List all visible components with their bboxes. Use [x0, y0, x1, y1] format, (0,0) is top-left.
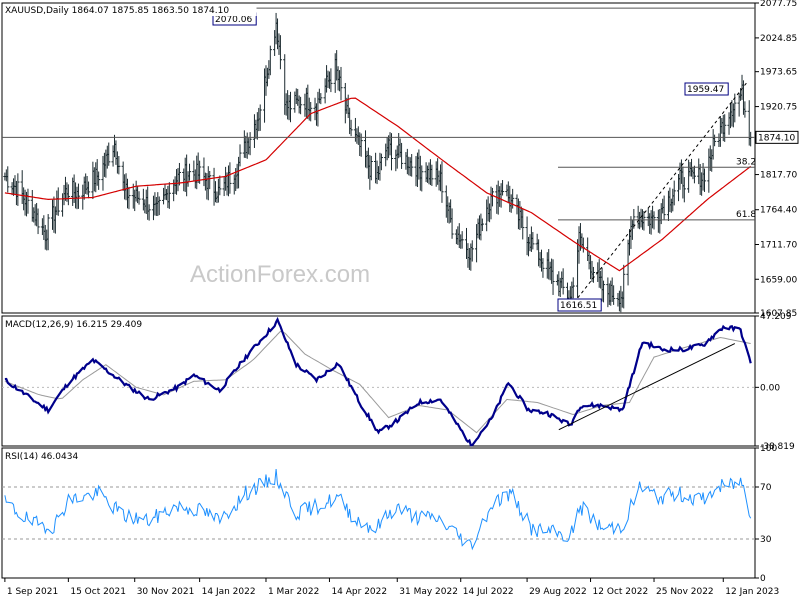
price-panel-frame	[1, 2, 756, 314]
x-tick-label: 14 Jul 2022	[463, 587, 514, 597]
last-price-label: 1874.10	[758, 133, 795, 143]
price-y-tick-label: 2024.85	[760, 34, 797, 44]
x-tick-label: 14 Jan 2022	[202, 587, 256, 597]
swing-high-label: 1959.47	[687, 85, 724, 95]
fib-61-label: 61.8	[736, 210, 756, 220]
x-tick-label: 30 Nov 2021	[137, 587, 195, 597]
rsi-panel-header: RSI(14) 46.0434	[5, 452, 78, 462]
macd-panel-frame	[1, 315, 756, 447]
watermark: ActionForex.com	[190, 261, 370, 288]
price-y-tick-label: 1711.70	[760, 240, 797, 250]
price-y-tick-label: 1973.65	[760, 68, 797, 78]
rsi-y-tick-label: 30	[760, 535, 772, 545]
x-tick-label: 12 Oct 2022	[593, 587, 649, 597]
price-y-tick-label: 1817.70	[760, 171, 797, 181]
x-tick-label: 14 Apr 2022	[331, 587, 387, 597]
price-y-tick-label: 2077.75	[760, 0, 797, 9]
rsi-y-tick-label: 0	[760, 574, 766, 584]
x-tick-label: 12 Jan 2023	[725, 587, 779, 597]
macd-y-tick-label: 47.209	[760, 312, 792, 322]
x-tick-label: 31 May 2022	[399, 587, 458, 597]
rsi-y-tick-label: 100	[760, 444, 777, 454]
price-y-tick-label: 1764.40	[760, 206, 797, 216]
chart-canvas: ActionForex.com 1 Sep 2021 15 Oct 2021 30 N…	[1, 0, 799, 597]
rsi-panel-frame	[1, 447, 756, 579]
x-tick-label: 29 Aug 2022	[529, 587, 587, 597]
macd-panel-header: MACD(12,26,9) 16.215 29.409	[5, 320, 142, 330]
x-tick-label: 25 Nov 2022	[656, 587, 714, 597]
high-label: 2070.06	[215, 15, 252, 25]
price-panel-header: XAUUSD,Daily 1864.07 1875.85 1863.50 187…	[5, 6, 229, 16]
x-tick-label: 1 Sep 2021	[7, 587, 58, 597]
rsi-y-tick-label: 70	[760, 483, 772, 493]
price-y-tick-label: 1659.00	[760, 275, 797, 285]
x-tick-label: 15 Oct 2021	[70, 587, 126, 597]
fib-38-label: 38.2	[736, 157, 756, 167]
macd-y-tick-label: 0.00	[760, 383, 780, 393]
low-label: 1616.51	[560, 301, 597, 311]
price-y-tick-label: 1920.75	[760, 103, 797, 113]
x-tick-label: 1 Mar 2022	[268, 587, 319, 597]
